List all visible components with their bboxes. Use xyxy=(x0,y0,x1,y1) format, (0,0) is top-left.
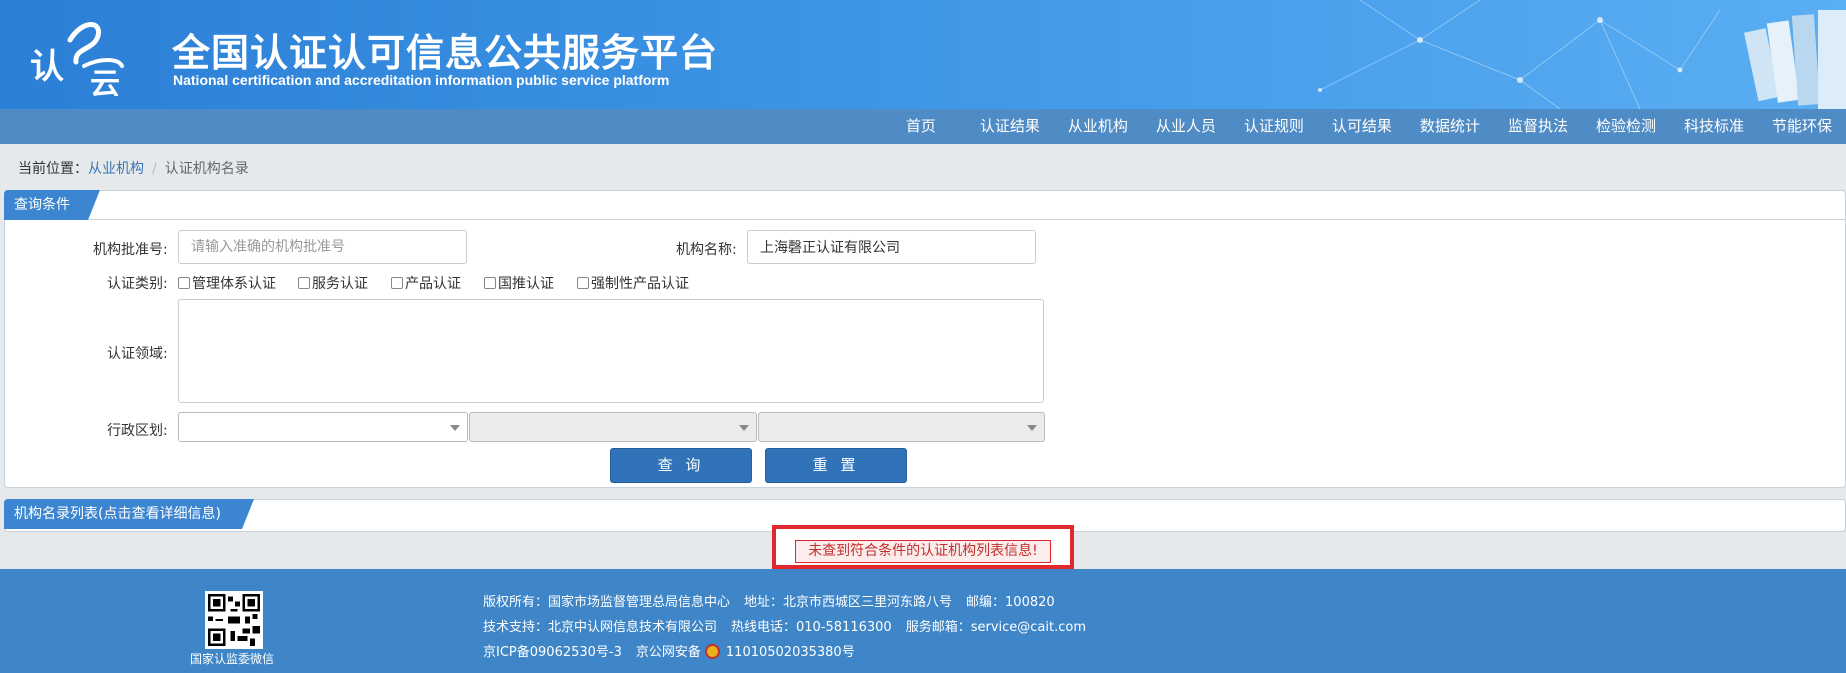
list-panel-title: 机构名录列表(点击查看详细信息) xyxy=(4,499,254,529)
qr-caption: 国家认监委微信 xyxy=(190,652,275,666)
footer: 国家认监委微信 版权所有：国家市场监督管理总局信息中心 地址：北京市西城区三里河东… xyxy=(0,569,1846,673)
svg-text:认: 认 xyxy=(30,47,64,87)
checkbox-box[interactable] xyxy=(298,277,310,289)
breadcrumb: 当前位置：从业机构 / 认证机构名录 xyxy=(18,158,249,178)
nav-item-statistics[interactable]: 数据统计 xyxy=(1406,109,1494,144)
footer-record-line: 京ICP备09062530号-3 京公网安备 11010502035380号 xyxy=(483,641,869,660)
svg-text:云: 云 xyxy=(90,67,120,96)
checkbox-compulsory-product[interactable]: 强制性产品认证 xyxy=(577,273,689,293)
category-label: 认证类别: xyxy=(107,276,168,292)
logo-mark-icon: 认 云 xyxy=(30,22,124,102)
footer-postcode: 邮编：100820 xyxy=(966,595,1055,610)
checkbox-label: 管理体系认证 xyxy=(192,276,276,292)
checkbox-box[interactable] xyxy=(178,277,190,289)
checkbox-label: 服务认证 xyxy=(312,276,368,292)
panel-divider xyxy=(5,219,1845,220)
footer-hotline: 热线电话：010-58116300 xyxy=(731,620,892,635)
city-select[interactable] xyxy=(469,412,757,442)
footer-police-no[interactable]: 11010502035380号 xyxy=(726,645,855,660)
province-select[interactable] xyxy=(178,412,468,442)
district-select[interactable] xyxy=(758,412,1045,442)
footer-police-prefix: 京公网安备 xyxy=(635,645,701,660)
nav-item-accreditation-results[interactable]: 认可结果 xyxy=(1318,109,1406,144)
chevron-down-icon xyxy=(450,425,460,431)
footer-copyright-line: 版权所有：国家市场监督管理总局信息中心 地址：北京市西城区三里河东路八号 邮编：10… xyxy=(483,591,1069,610)
approval-no-input[interactable] xyxy=(178,230,467,264)
site-title: 全国认证认可信息公共服务平台 xyxy=(172,31,719,75)
footer-tech-support: 技术支持：北京中认网信息技术有限公司 xyxy=(483,620,718,635)
reset-button[interactable]: 重 置 xyxy=(765,448,907,483)
checkbox-management-system[interactable]: 管理体系认证 xyxy=(178,273,276,293)
query-panel-title: 查询条件 xyxy=(4,190,100,220)
checkbox-box[interactable] xyxy=(577,277,589,289)
chevron-down-icon xyxy=(739,425,749,431)
footer-address: 地址：北京市西城区三里河东路八号 xyxy=(744,595,953,610)
nav-item-personnel[interactable]: 从业人员 xyxy=(1142,109,1230,144)
footer-support-line: 技术支持：北京中认网信息技术有限公司 热线电话：010-58116300 服务邮箱：… xyxy=(483,616,1100,635)
query-panel: 查询条件 机构批准号: 机构名称: 认证类别: 管理体系认证 服务认证 产品认证… xyxy=(4,190,1846,488)
site-subtitle: National certification and accreditation… xyxy=(173,72,670,88)
wechat-qr-code xyxy=(205,591,263,649)
nav-item-standards[interactable]: 科技标准 xyxy=(1670,109,1758,144)
checkbox-label: 产品认证 xyxy=(405,276,461,292)
footer-copyright: 版权所有：国家市场监督管理总局信息中心 xyxy=(483,595,731,610)
main-nav: 首页 认证结果 从业机构 从业人员 认证规则 认可结果 数据统计 监督执法 检验… xyxy=(0,109,1846,144)
police-badge-icon xyxy=(704,644,720,659)
checkbox-product[interactable]: 产品认证 xyxy=(391,273,461,293)
network-background-graphic xyxy=(1318,0,1846,109)
header-banner: 认 云 全国认证认可信息公共服务平台 National certificatio… xyxy=(0,0,1846,109)
chevron-down-icon xyxy=(1027,425,1037,431)
nav-item-inspection[interactable]: 检验检测 xyxy=(1582,109,1670,144)
nav-item-institutions[interactable]: 从业机构 xyxy=(1054,109,1142,144)
checkbox-box[interactable] xyxy=(484,277,496,289)
breadcrumb-current: 认证机构名录 xyxy=(164,161,249,177)
nav-item-cert-rules[interactable]: 认证规则 xyxy=(1230,109,1318,144)
region-label: 行政区划: xyxy=(107,423,168,439)
nav-item-energy[interactable]: 节能环保 xyxy=(1758,109,1846,144)
nav-item-cert-results[interactable]: 认证结果 xyxy=(966,109,1054,144)
checkbox-national-promotion[interactable]: 国推认证 xyxy=(484,273,554,293)
breadcrumb-link-institutions[interactable]: 从业机构 xyxy=(88,161,144,177)
search-button[interactable]: 查 询 xyxy=(610,448,752,483)
footer-email[interactable]: 服务邮箱：service@cait.com xyxy=(906,620,1086,635)
empty-result-message: 未查到符合条件的认证机构列表信息! xyxy=(795,540,1051,563)
domain-selection-area[interactable] xyxy=(178,299,1044,403)
footer-icp[interactable]: 京ICP备09062530号-3 xyxy=(483,645,622,660)
approval-no-label: 机构批准号: xyxy=(93,242,168,258)
checkbox-box[interactable] xyxy=(391,277,403,289)
checkbox-service[interactable]: 服务认证 xyxy=(298,273,368,293)
org-name-input[interactable] xyxy=(747,230,1036,264)
qr-code-icon xyxy=(208,594,260,646)
domain-label: 认证领域: xyxy=(107,346,168,362)
nav-item-home[interactable]: 首页 xyxy=(892,109,966,144)
breadcrumb-prefix: 当前位置： xyxy=(18,161,88,177)
checkbox-label: 国推认证 xyxy=(498,276,554,292)
nav-item-supervision[interactable]: 监督执法 xyxy=(1494,109,1582,144)
org-name-label: 机构名称: xyxy=(676,242,737,258)
site-logo[interactable]: 认 云 xyxy=(30,18,140,102)
breadcrumb-separator: / xyxy=(152,161,157,177)
checkbox-label: 强制性产品认证 xyxy=(591,276,689,292)
